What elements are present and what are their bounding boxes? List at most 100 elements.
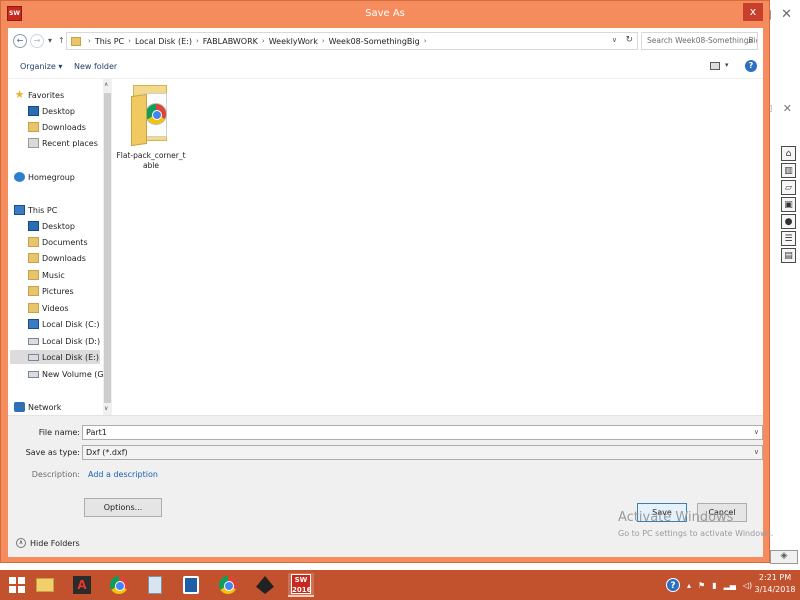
- show-hidden-icons-chevron-icon[interactable]: ▴: [687, 581, 691, 590]
- chrome-icon: [219, 576, 237, 594]
- breadcrumb-this-pc[interactable]: This PC: [95, 37, 124, 46]
- breadcrumb-separator-icon[interactable]: ›: [322, 37, 325, 45]
- file-name-value: Part1: [86, 428, 107, 437]
- sidebar-item-downloads[interactable]: Downloads: [28, 120, 86, 134]
- volume-icon[interactable]: ◁): [743, 581, 752, 590]
- help-icon[interactable]: ?: [745, 60, 757, 72]
- save-as-dialog: SW Save As x ← → ▾ ↑ › This PC › Local D…: [0, 0, 770, 563]
- appearance-icon[interactable]: ●: [781, 214, 796, 229]
- chevron-down-icon[interactable]: ∨: [754, 446, 759, 459]
- sidebar-item-new-volume-g[interactable]: New Volume (G:): [28, 367, 103, 381]
- breadcrumb-week08[interactable]: Week08-SomethingBig: [329, 37, 420, 46]
- network-signal-icon[interactable]: ▂▄: [724, 581, 736, 590]
- taskbar-solidworks[interactable]: SW 2016: [288, 573, 314, 597]
- sidebar-item-local-disk-e[interactable]: Local Disk (E:): [10, 350, 100, 364]
- taskbar-acrobat[interactable]: A: [69, 573, 95, 597]
- close-icon[interactable]: ✕: [783, 102, 792, 115]
- chrome-icon: [110, 576, 128, 594]
- taskbar-clock[interactable]: 2:21 PM 3/14/2018: [752, 572, 798, 596]
- view-palette-icon[interactable]: ▣: [781, 197, 796, 212]
- scroll-down-icon[interactable]: ∨: [104, 405, 108, 412]
- sidebar-item-documents[interactable]: Documents: [28, 235, 88, 249]
- add-description-link[interactable]: Add a description: [88, 470, 158, 479]
- sidebar-item-label: Local Disk (E:): [42, 352, 99, 362]
- up-arrow-icon[interactable]: ↑: [58, 36, 65, 45]
- sidebar-item-pictures[interactable]: Pictures: [28, 284, 74, 298]
- drive-icon: [28, 370, 39, 378]
- dialog-titlebar[interactable]: SW Save As x: [1, 1, 769, 28]
- flag-icon[interactable]: ⚑: [698, 581, 705, 590]
- sidebar-item-videos[interactable]: Videos: [28, 301, 69, 315]
- save-type-select[interactable]: Dxf (*.dxf) ∨: [82, 445, 763, 460]
- new-folder-button[interactable]: New folder: [74, 62, 117, 71]
- chevron-down-icon[interactable]: ∨: [754, 426, 759, 439]
- search-input[interactable]: Search Week08-SomethingBig ⌕: [641, 32, 758, 50]
- music-icon: [28, 270, 39, 280]
- sidebar-item-local-disk-c[interactable]: Local Disk (C:): [28, 317, 100, 331]
- sidebar-item-local-disk-d[interactable]: Local Disk (D:): [28, 334, 100, 348]
- start-button[interactable]: [4, 573, 30, 597]
- cancel-button[interactable]: Cancel: [697, 503, 747, 522]
- sidebar-item-homegroup[interactable]: Homegroup: [14, 170, 75, 184]
- taskbar-file-explorer[interactable]: [32, 573, 58, 597]
- options-button[interactable]: Options...: [84, 498, 162, 517]
- close-button[interactable]: x: [743, 3, 763, 21]
- scroll-up-icon[interactable]: ∧: [104, 81, 108, 88]
- folder-icon[interactable]: ▱: [781, 180, 796, 195]
- taskbar-inkscape[interactable]: [252, 573, 278, 597]
- search-icon[interactable]: ⌕: [748, 33, 753, 49]
- sidebar-item-pc-desktop[interactable]: Desktop: [28, 219, 75, 233]
- file-explorer-icon: [36, 578, 54, 592]
- view-options-chevron-icon[interactable]: ▾: [725, 61, 729, 69]
- battery-icon[interactable]: ▮: [712, 581, 716, 590]
- forward-button[interactable]: →: [30, 34, 44, 48]
- change-view-icon[interactable]: [710, 62, 720, 70]
- close-icon[interactable]: ✕: [781, 7, 792, 22]
- sidebar-item-recent-places[interactable]: Recent places: [28, 136, 98, 150]
- address-bar[interactable]: › This PC › Local Disk (E:) › FABLABWORK…: [66, 32, 638, 50]
- file-name-label: File name:: [38, 428, 80, 437]
- taskbar-chrome[interactable]: [106, 573, 132, 597]
- home-icon[interactable]: ⌂: [781, 146, 796, 161]
- status-icon[interactable]: ◈: [770, 550, 798, 564]
- breadcrumb-separator-icon[interactable]: ›: [128, 37, 131, 45]
- list-item[interactable]: Flat-pack_corner_table: [116, 83, 186, 171]
- taskbar-chrome-2[interactable]: [215, 573, 241, 597]
- save-button[interactable]: Save: [637, 503, 687, 522]
- custom-properties-icon[interactable]: ☰: [781, 231, 796, 246]
- breadcrumb-weeklywork[interactable]: WeeklyWork: [269, 37, 318, 46]
- refresh-icon[interactable]: ↻: [625, 35, 633, 45]
- sidebar-item-desktop[interactable]: Desktop: [28, 104, 75, 118]
- sidebar-item-music[interactable]: Music: [28, 268, 65, 282]
- hide-folders-button[interactable]: ∧ Hide Folders: [16, 538, 80, 548]
- help-icon[interactable]: ?: [666, 578, 680, 592]
- clock-time: 2:21 PM: [758, 573, 792, 582]
- recent-locations-chevron-icon[interactable]: ▾: [48, 36, 52, 45]
- system-tray: ? ▴ ⚑ ▮ ▂▄ ◁): [666, 578, 752, 592]
- address-dropdown-chevron-icon[interactable]: ∨: [612, 36, 617, 44]
- navigation-pane-scrollbar[interactable]: ∧ ∨: [103, 79, 112, 415]
- file-list[interactable]: Flat-pack_corner_table: [112, 79, 763, 415]
- organize-menu[interactable]: Organize ▾: [20, 62, 62, 71]
- sidebar-item-label: Desktop: [42, 106, 75, 116]
- forum-icon[interactable]: ▤: [781, 248, 796, 263]
- breadcrumb-separator-icon[interactable]: ›: [196, 37, 199, 45]
- taskbar-calculator[interactable]: [142, 573, 168, 597]
- videos-icon: [28, 303, 39, 313]
- breadcrumb-fablabwork[interactable]: FABLABWORK: [203, 37, 258, 46]
- breadcrumb-separator-icon[interactable]: ›: [262, 37, 265, 45]
- sidebar-item-favorites[interactable]: ★ Favorites: [14, 88, 65, 102]
- sidebar-item-label: Documents: [42, 237, 88, 247]
- file-name-input[interactable]: Part1 ∨: [82, 425, 763, 440]
- save-form: File name: Part1 ∨ Save as type: Dxf (*.…: [8, 415, 763, 557]
- sidebar-item-pc-downloads[interactable]: Downloads: [28, 251, 86, 265]
- breadcrumb-separator-icon[interactable]: ›: [424, 37, 427, 45]
- back-button[interactable]: ←: [13, 34, 27, 48]
- sidebar-item-this-pc[interactable]: This PC: [14, 203, 57, 217]
- sidebar-item-network[interactable]: Network: [14, 400, 61, 414]
- breadcrumb-local-disk-e[interactable]: Local Disk (E:): [135, 37, 192, 46]
- recent-places-icon: [28, 138, 39, 148]
- taskbar-phone-app[interactable]: [178, 573, 204, 597]
- parts-icon[interactable]: ▥: [781, 163, 796, 178]
- scrollbar-thumb[interactable]: [104, 93, 111, 403]
